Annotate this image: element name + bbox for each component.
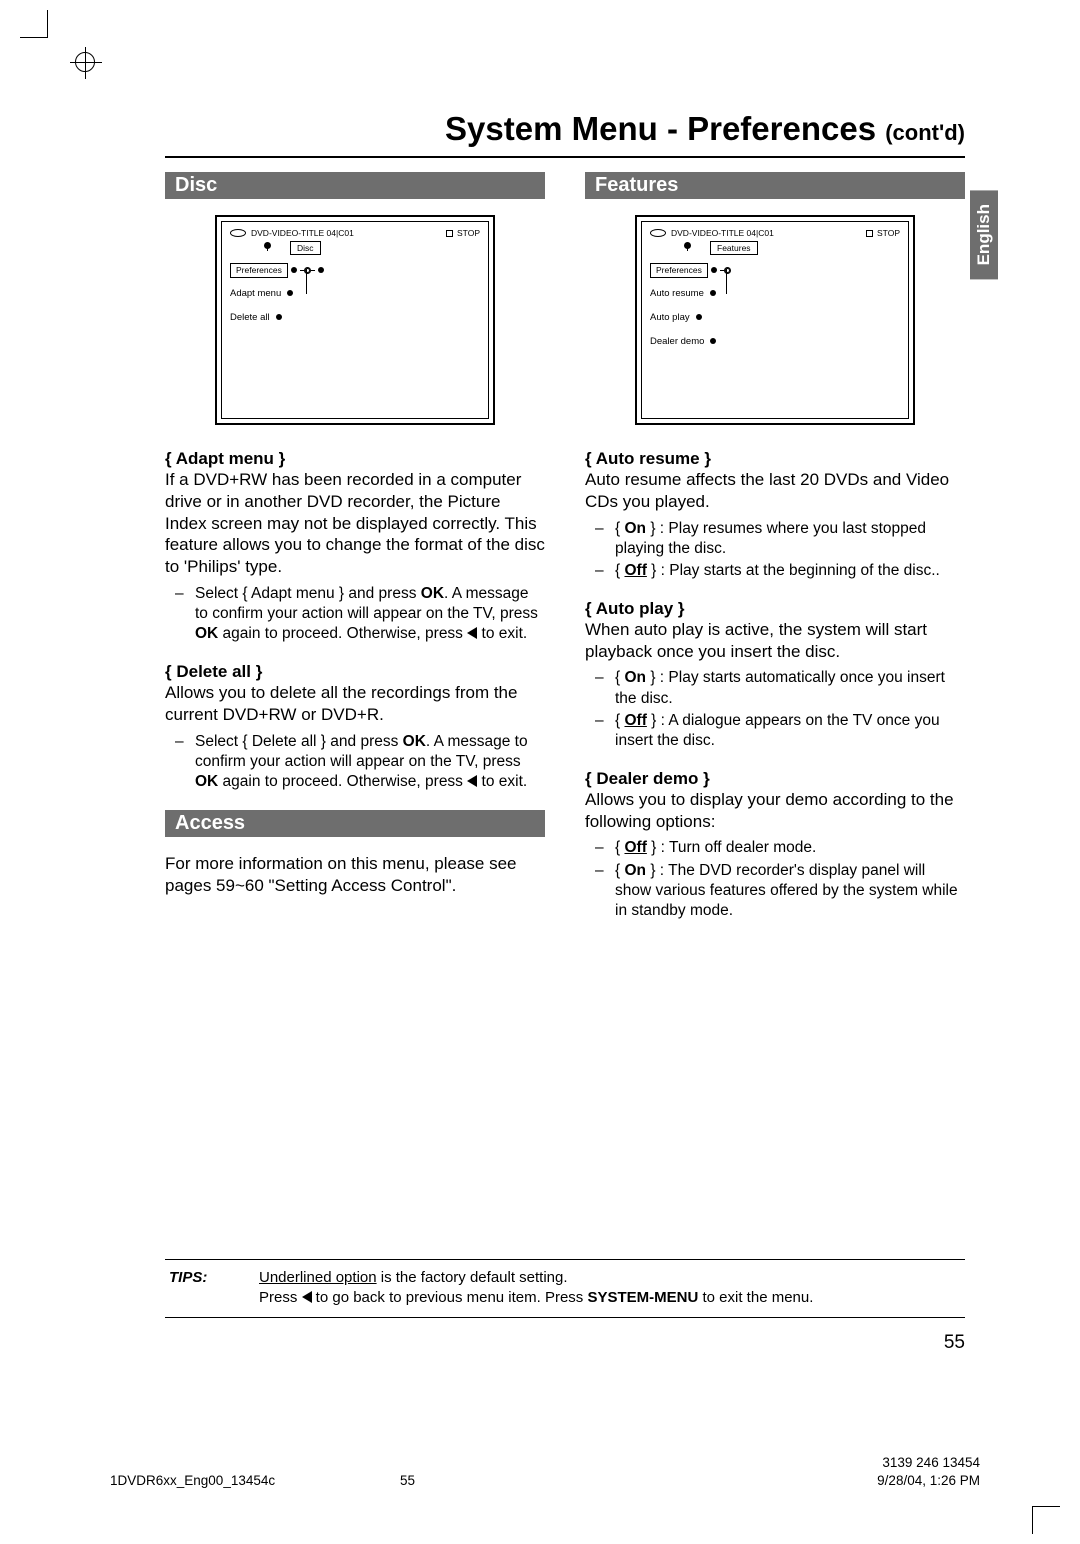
heading-auto-play: { Auto play } <box>585 599 965 619</box>
stop-icon <box>866 230 873 237</box>
column-left: Disc DVD-VIDEO-TITLE 04|C01 STOP Disc <box>165 172 545 939</box>
left-arrow-icon <box>467 627 477 639</box>
heading-adapt-menu: { Adapt menu } <box>165 449 545 469</box>
tips-line1-post: is the factory default setting. <box>377 1269 568 1286</box>
osd-features: DVD-VIDEO-TITLE 04|C01 STOP Features Pre… <box>635 215 915 425</box>
bullet-resume-off: –{ Off } : Play starts at the beginning … <box>585 561 965 581</box>
anchor-icon <box>724 267 731 274</box>
footer-filename: 1DVDR6xx_Eng00_13454c <box>110 1473 275 1488</box>
section-header-disc: Disc <box>165 172 545 199</box>
osd-stop-label: STOP <box>457 228 480 238</box>
osd-stop-label: STOP <box>877 228 900 238</box>
body-adapt-menu: If a DVD+RW has been recorded in a compu… <box>165 469 545 578</box>
bullet-adapt: –Select { Adapt menu } and press OK. A m… <box>165 584 545 644</box>
body-access: For more information on this menu, pleas… <box>165 853 545 897</box>
section-header-access: Access <box>165 810 545 837</box>
footer-datetime: 9/28/04, 1:26 PM <box>877 1473 980 1488</box>
bullet-play-off: –{ Off } : A dialogue appears on the TV … <box>585 711 965 751</box>
bullet-play-on: –{ On } : Play starts automatically once… <box>585 668 965 708</box>
osd-node-preferences: Preferences <box>230 263 288 278</box>
body-auto-resume: Auto resume affects the last 20 DVDs and… <box>585 469 965 513</box>
title-main: System Menu - Preferences <box>445 110 876 147</box>
tips-line2-bold: SYSTEM-MENU <box>587 1289 698 1306</box>
title-contd: (cont'd) <box>885 120 965 145</box>
osd-node-preferences: Preferences <box>650 263 708 278</box>
body-auto-play: When auto play is active, the system wil… <box>585 619 965 663</box>
tips-line2-mid: to go back to previous menu item. Press <box>312 1289 588 1306</box>
tips-line2-pre: Press <box>259 1289 302 1306</box>
body-dealer-demo: Allows you to display your demo accordin… <box>585 789 965 833</box>
stop-icon <box>446 230 453 237</box>
osd-disc: DVD-VIDEO-TITLE 04|C01 STOP Disc Prefere… <box>215 215 495 425</box>
disc-icon <box>650 229 666 237</box>
osd-item-autoplay: Auto play <box>650 312 690 323</box>
heading-auto-resume: { Auto resume } <box>585 449 965 469</box>
column-right: Features DVD-VIDEO-TITLE 04|C01 STOP Fea… <box>585 172 965 939</box>
footer: 1DVDR6xx_Eng00_13454c 55 9/28/04, 1:26 P… <box>110 1473 980 1488</box>
footer-pagenum: 55 <box>400 1473 415 1488</box>
footer-partnum: 3139 246 13454 <box>882 1455 980 1470</box>
bullet-demo-off: –{ Off } : Turn off dealer mode. <box>585 838 965 858</box>
page-number: 55 <box>165 1332 965 1354</box>
bullet-delete: –Select { Delete all } and press OK. A m… <box>165 732 545 792</box>
osd-tab-disc: Disc <box>290 241 321 255</box>
language-tab: English <box>970 190 998 279</box>
bullet-demo-on: –{ On } : The DVD recorder's display pan… <box>585 861 965 921</box>
page-title: System Menu - Preferences (cont'd) <box>165 110 965 158</box>
osd-title: DVD-VIDEO-TITLE 04|C01 <box>251 228 354 238</box>
bullet-resume-on: –{ On } : Play resumes where you last st… <box>585 519 965 559</box>
osd-tab-features: Features <box>710 241 758 255</box>
left-arrow-icon <box>467 775 477 787</box>
anchor-icon <box>304 267 311 274</box>
tips-label: TIPS: <box>169 1268 259 1309</box>
tips-line2-post: to exit the menu. <box>698 1289 813 1306</box>
heading-delete-all: { Delete all } <box>165 662 545 682</box>
osd-item-autoresume: Auto resume <box>650 288 704 299</box>
tips-underline: Underlined option <box>259 1269 377 1286</box>
osd-title: DVD-VIDEO-TITLE 04|C01 <box>671 228 774 238</box>
osd-item-delete: Delete all <box>230 312 270 323</box>
heading-dealer-demo: { Dealer demo } <box>585 769 965 789</box>
osd-item-dealerdemo: Dealer demo <box>650 336 704 347</box>
tips-bar: TIPS: Underlined option is the factory d… <box>165 1259 965 1318</box>
disc-icon <box>230 229 246 237</box>
left-arrow-icon <box>302 1291 312 1303</box>
crop-mark-br <box>1032 1506 1060 1534</box>
section-header-features: Features <box>585 172 965 199</box>
osd-item-adapt: Adapt menu <box>230 288 281 299</box>
body-delete-all: Allows you to delete all the recordings … <box>165 682 545 726</box>
